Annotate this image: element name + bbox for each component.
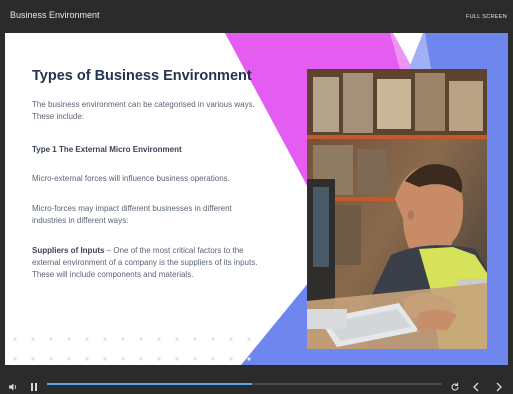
- slide-canvas: Types of Business Environment The busine…: [5, 33, 508, 365]
- window-title: Business Environment: [10, 10, 100, 20]
- progress-bar[interactable]: [47, 383, 442, 385]
- section-subheading: Type 1 The External Micro Environment: [32, 145, 182, 154]
- volume-icon[interactable]: [8, 379, 18, 394]
- fullscreen-button[interactable]: FULL SCREEN: [466, 14, 507, 20]
- warehouse-worker-photo: [307, 69, 487, 349]
- next-icon[interactable]: [495, 379, 503, 394]
- replay-icon[interactable]: [450, 379, 460, 394]
- player-controls: [0, 366, 513, 394]
- intro-text: The business environment can be categori…: [32, 100, 255, 121]
- slide-heading: Types of Business Environment: [32, 68, 252, 84]
- title-bar: Business Environment FULL SCREEN: [0, 0, 513, 32]
- suppliers-paragraph: Suppliers of Inputs – One of the most cr…: [32, 245, 267, 281]
- pause-icon[interactable]: [30, 379, 38, 394]
- micro-forces-text: Micro-external forces will influence bus…: [32, 174, 230, 183]
- suppliers-label: Suppliers of Inputs: [32, 246, 105, 255]
- progress-fill: [47, 383, 253, 385]
- previous-icon[interactable]: [472, 379, 480, 394]
- micro-impact-text: Micro-forces may impact different busine…: [32, 204, 232, 225]
- dot-pattern: [13, 337, 251, 361]
